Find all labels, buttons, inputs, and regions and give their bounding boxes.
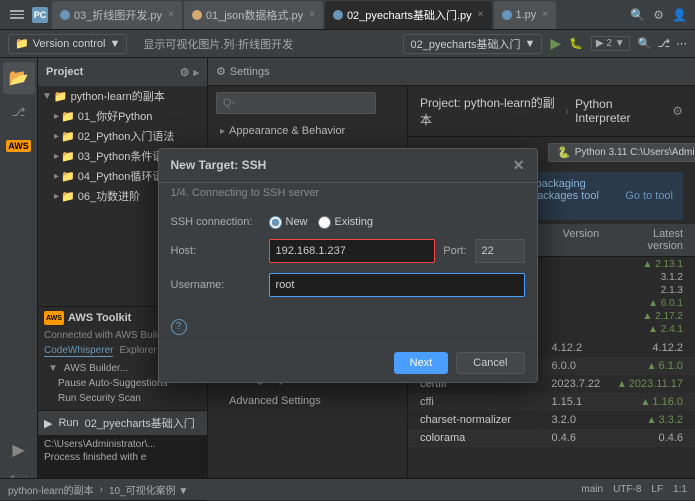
ssh-connection-field: SSH connection: New Existing [171,216,525,229]
ssh-connection-label: SSH connection: [171,216,261,228]
tab-01-close[interactable]: × [168,9,174,20]
menu-button[interactable] [8,8,26,21]
dialog-close-button[interactable]: ✕ [513,157,525,174]
host-label: Host: [171,245,261,257]
host-input[interactable] [269,239,436,263]
help-icon[interactable]: ? [171,319,187,335]
py-icon [192,10,202,20]
status-file[interactable]: 10_可视化案例 ▼ [109,482,188,497]
next-button[interactable]: Next [394,352,449,374]
dialog-help: ? [159,319,537,343]
host-field: Host: Port: [171,239,525,263]
radio-existing-label: Existing [335,216,374,228]
top-actions: 🔍 ⚙ 👤 [630,8,687,22]
app-logo: PC [32,7,48,23]
line-ending[interactable]: LF [651,484,663,495]
tab-04-label: 1.py [516,9,537,21]
encoding[interactable]: UTF-8 [613,484,641,495]
tab-03-close[interactable]: × [478,9,484,20]
username-input[interactable] [269,273,525,297]
radio-new-input[interactable] [269,216,282,229]
port-input[interactable] [475,239,525,263]
radio-existing[interactable]: Existing [318,216,374,229]
top-bar-left: PC [8,7,48,23]
username-label: Username: [171,279,261,291]
status-project[interactable]: python-learn的副本 [8,482,94,497]
dialog-title-bar: New Target: SSH ✕ [159,149,537,183]
tab-03-label: 02_pyecharts基础入门.py [347,7,472,23]
line-col: 1:1 [673,484,687,495]
status-bar-right: main UTF-8 LF 1:1 [581,484,687,495]
settings-icon[interactable]: ⚙ [653,8,664,22]
cancel-button[interactable]: Cancel [456,352,524,374]
py-icon [502,10,512,20]
py-icon [333,10,343,20]
radio-existing-input[interactable] [318,216,331,229]
dialog-title-text: New Target: SSH [171,158,267,172]
tab-02-close[interactable]: × [309,9,315,20]
dialog-actions: Next Cancel [159,343,537,382]
tab-04-close[interactable]: × [542,9,548,20]
ssh-radio-group: New Existing [269,216,374,229]
git-branch[interactable]: main [581,484,603,495]
ssh-dialog: New Target: SSH ✕ 1/4. Connecting to SSH… [158,148,538,383]
radio-new[interactable]: New [269,216,308,229]
top-bar: PC 03_折线图开发.py × 01_json数据格式.py × 02_pye… [0,0,695,30]
tab-02[interactable]: 01_json数据格式.py × [184,1,323,29]
username-field: Username: [171,273,525,297]
tab-03[interactable]: 02_pyecharts基础入门.py × [325,1,492,29]
dialog-body: SSH connection: New Existing Host: Port: [159,204,537,319]
tab-04[interactable]: 1.py × [494,1,557,29]
py-icon [60,10,70,20]
status-bar-left: python-learn的副本 › 10_可视化案例 ▼ [8,482,573,497]
port-label: Port: [443,245,466,257]
status-bar: python-learn的副本 › 10_可视化案例 ▼ main UTF-8 … [0,478,695,500]
tab-02-label: 01_json数据格式.py [206,7,303,23]
account-icon[interactable]: 👤 [672,8,687,22]
radio-new-label: New [286,216,308,228]
tab-01[interactable]: 03_折线图开发.py × [52,1,182,29]
search-icon[interactable]: 🔍 [630,8,645,22]
dialog-step: 1/4. Connecting to SSH server [159,183,537,204]
tab-01-label: 03_折线图开发.py [74,7,162,23]
tab-bar: 03_折线图开发.py × 01_json数据格式.py × 02_pyecha… [52,1,626,29]
status-separator: › [100,484,103,495]
dialog-overlay: New Target: SSH ✕ 1/4. Connecting to SSH… [0,30,695,500]
